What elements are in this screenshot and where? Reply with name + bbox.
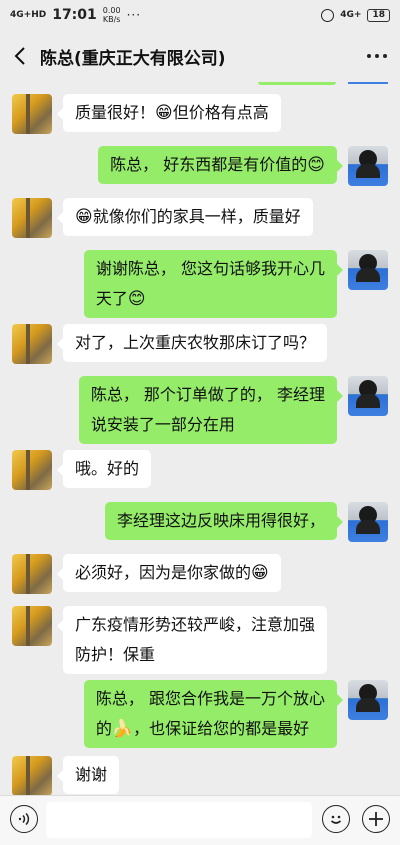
smile-emoji-icon: 😊 <box>127 289 146 309</box>
network-speed-value: 0.00 <box>102 6 121 15</box>
message-text: 但价格有点高 <box>172 103 269 122</box>
voice-icon <box>18 812 30 826</box>
more-dot-icon <box>375 54 379 58</box>
my-avatar[interactable] <box>348 250 388 290</box>
chevron-left-icon <box>14 47 25 65</box>
emoji-button[interactable] <box>322 805 350 833</box>
message-text: 的 <box>95 719 112 738</box>
previous-avatar <box>348 82 388 84</box>
message-text: 陈总， 好东西都是有价值的 <box>110 155 308 174</box>
message-bubble[interactable]: 对了，上次重庆农牧那床订了吗？ <box>56 324 328 362</box>
message-list[interactable]: 质量很好！😁但价格有点高 陈总， 好东西都是有价值的😊 😁就像你们的家具一样，质… <box>0 82 400 795</box>
contact-avatar[interactable] <box>12 198 52 238</box>
network-speed: 0.00 KB/s <box>103 6 121 24</box>
contact-avatar[interactable] <box>12 554 52 594</box>
message-text: 必须好，因为是你家做的 <box>75 563 252 582</box>
back-button[interactable] <box>0 30 40 82</box>
message-text: 质量很好！ <box>75 103 156 122</box>
message-bubble[interactable]: 谢谢陈总， 您这句话够我开心几 天了😊 <box>83 250 344 318</box>
message-text: 广东疫情形势还较严峻，注意加强 <box>75 615 316 634</box>
banana-emoji-icon: 🍌 <box>111 719 134 739</box>
message-input[interactable] <box>46 802 312 838</box>
message-bubble[interactable]: 必须好，因为是你家做的😁 <box>57 554 281 592</box>
message-bubble[interactable]: 陈总， 那个订单做了的， 李经理 说安装了一部分在用 <box>78 376 344 444</box>
chat-title: 陈总(重庆正大有限公司) <box>40 48 226 69</box>
alarm-icon <box>321 8 335 22</box>
message-bubble[interactable]: 李经理这边反映床用得很好， <box>104 502 344 540</box>
clock: 17:01 <box>52 7 97 23</box>
my-avatar[interactable] <box>348 376 388 416</box>
battery-indicator: 18 <box>367 8 390 22</box>
emoji-icon <box>330 815 342 824</box>
more-dot-icon <box>367 54 371 58</box>
message-text: 对了，上次重庆农牧那床订了吗？ <box>75 333 316 352</box>
message-bubble[interactable]: 😁就像你们的家具一样，质量好 <box>57 198 313 236</box>
contact-avatar[interactable] <box>12 756 52 795</box>
more-options-button[interactable] <box>354 30 400 82</box>
grin-emoji-icon: 😁 <box>155 103 173 123</box>
contact-avatar[interactable] <box>12 94 52 134</box>
message-text: 陈总， 跟您合作我是一万个放心 <box>95 689 325 708</box>
signal-right-indicator: 4G+ <box>340 9 362 20</box>
plus-button[interactable] <box>362 805 390 833</box>
message-bubble[interactable]: 质量很好！😁但价格有点高 <box>57 94 281 132</box>
message-bubble[interactable]: 哦。好的 <box>56 450 152 488</box>
my-avatar[interactable] <box>348 146 388 186</box>
message-text: 谢谢陈总， 您这句话够我开心几 <box>95 259 325 278</box>
contact-avatar[interactable] <box>12 450 52 490</box>
voice-button[interactable] <box>10 805 38 833</box>
grin-emoji-icon: 😁 <box>75 207 93 227</box>
message-text: ，也保证给您的都是最好 <box>133 719 310 738</box>
message-bubble[interactable]: 广东疫情形势还较严峻，注意加强 防护！保重 <box>56 606 328 674</box>
previous-message-bubble <box>258 82 336 85</box>
my-avatar[interactable] <box>348 680 388 720</box>
network-speed-unit: KB/s <box>102 15 121 24</box>
contact-avatar[interactable] <box>12 324 52 364</box>
input-bar <box>0 795 400 845</box>
message-bubble[interactable]: 陈总， 好东西都是有价值的😊 <box>98 146 343 184</box>
plus-icon <box>369 812 383 826</box>
signal-indicator: 4G+HD <box>10 9 47 20</box>
status-bar: 4G+HD 17:01 0.00 KB/s ··· 4G+ 18 <box>0 0 400 30</box>
message-bubble[interactable]: 陈总， 跟您合作我是一万个放心 的🍌，也保证给您的都是最好 <box>83 680 344 748</box>
smile-emoji-icon: 😊 <box>307 155 325 175</box>
message-text: 谢谢 <box>75 765 108 784</box>
message-text: 陈总， 那个订单做了的， 李经理 <box>90 385 325 404</box>
my-avatar[interactable] <box>348 502 388 542</box>
chat-header: 陈总(重庆正大有限公司) <box>0 30 400 82</box>
notification-dots: ··· <box>126 8 142 22</box>
message-text: 就像你们的家具一样，质量好 <box>92 207 301 226</box>
message-text: 防护！保重 <box>75 645 156 664</box>
message-text: 哦。好的 <box>75 459 140 478</box>
more-dot-icon <box>383 54 387 58</box>
grin-emoji-icon: 😁 <box>251 563 269 583</box>
message-text: 说安装了一部分在用 <box>90 415 235 434</box>
message-text: 天了 <box>95 289 128 308</box>
message-text: 李经理这边反映床用得很好， <box>116 511 325 530</box>
message-bubble[interactable]: 谢谢 <box>56 756 120 794</box>
contact-avatar[interactable] <box>12 606 52 646</box>
